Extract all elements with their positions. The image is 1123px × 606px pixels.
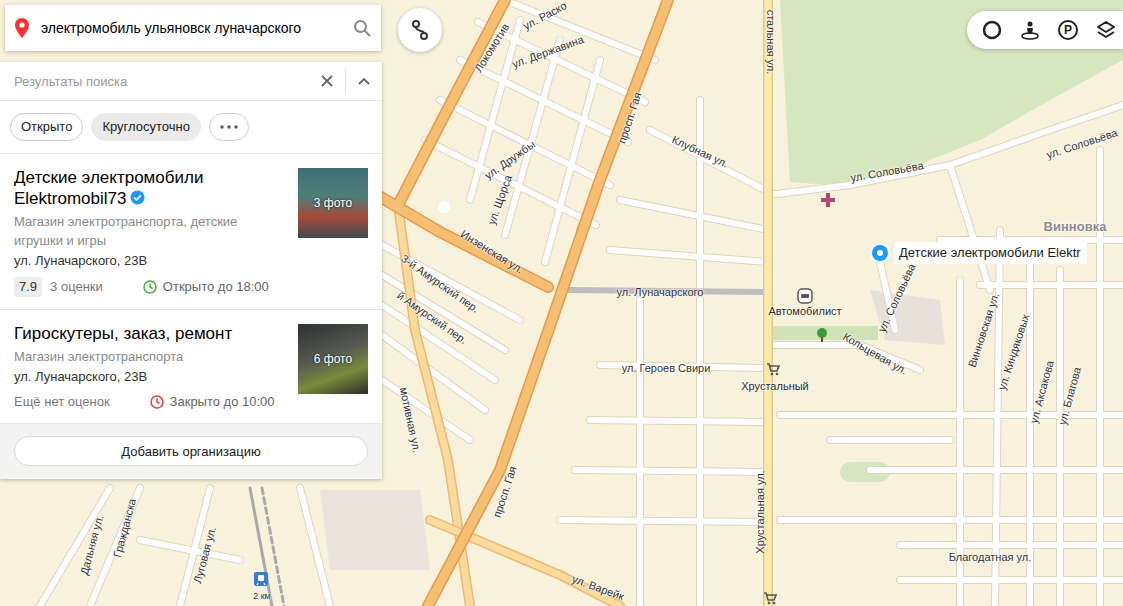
poi-label: Хрустальный	[741, 380, 809, 393]
layers-button[interactable]	[1089, 13, 1123, 47]
photo-count: 3 фото	[314, 196, 352, 210]
search-box[interactable]: электромобиль ульяновск луначарского	[5, 5, 381, 51]
filter-bar: Открыто Круглосуточно	[0, 101, 382, 154]
result-title-text[interactable]: Гироскутеры, заказ, ремонт	[14, 324, 232, 343]
auto-icon[interactable]	[797, 288, 813, 304]
layers-icon[interactable]	[1095, 19, 1117, 41]
ratings-count[interactable]: Ещё нет оценок	[14, 393, 110, 411]
collapse-button[interactable]	[346, 62, 382, 100]
traffic-button[interactable]	[975, 13, 1009, 47]
street-label: ул. Героев Свири	[622, 362, 711, 375]
parking-button[interactable]: P	[1051, 13, 1085, 47]
parking-letter: P	[1064, 24, 1072, 36]
station-label: 2 км	[253, 590, 271, 603]
verified-icon	[130, 190, 145, 205]
result-address: ул. Луначарского, 23В	[14, 251, 288, 270]
close-icon[interactable]	[321, 75, 333, 87]
panorama-button[interactable]	[1013, 13, 1047, 47]
more-dots-icon[interactable]	[220, 125, 238, 129]
hours-text: Открыто до 18:00	[163, 278, 269, 296]
clock-icon	[143, 280, 157, 294]
train-icon[interactable]	[254, 572, 268, 586]
panel-header: Результаты поиска	[0, 62, 382, 101]
filter-chip[interactable]: Открыто	[10, 113, 83, 141]
result-meta: 7.9 3 оценки Открыто до 18:00	[14, 277, 288, 297]
result-address: ул. Луначарского, 23В	[14, 367, 288, 386]
separator	[345, 69, 346, 93]
map-controls: P	[967, 11, 1123, 49]
panel-title: Результаты поиска	[0, 74, 309, 89]
result-item[interactable]: Детские электромобили Elektromobil73 Мага…	[0, 154, 382, 310]
map-pin-icon	[15, 18, 29, 38]
search-icon[interactable]	[353, 19, 371, 37]
result-meta: Ещё нет оценок Закрыто до 10:00	[14, 393, 288, 411]
photo-count: 6 фото	[314, 352, 352, 366]
result-item[interactable]: Гироскутеры, заказ, ремонт Магазин электр…	[0, 310, 382, 424]
result-photo[interactable]: 6 фото	[298, 324, 368, 394]
street-label: Хрустальная ул.	[754, 470, 767, 553]
hospital-icon[interactable]	[821, 193, 835, 207]
chevron-up-icon[interactable]	[358, 77, 370, 85]
district-label: Винновка	[1044, 220, 1107, 233]
search-input[interactable]: электромобиль ульяновск луначарского	[41, 20, 341, 36]
more-filters-button[interactable]	[209, 113, 249, 141]
poi-label: Автомобилист	[768, 305, 841, 318]
filter-chip[interactable]: Круглосуточно	[91, 113, 201, 141]
street-label: Благодатная ул.	[949, 551, 1032, 564]
ratings-count[interactable]: 3 оценки	[50, 278, 103, 296]
tree-icon[interactable]	[816, 328, 828, 342]
route-button[interactable]	[398, 8, 442, 52]
result-photo[interactable]: 3 фото	[298, 168, 368, 238]
mosque-icon[interactable]	[437, 200, 451, 214]
result-info: Детские электромобили Elektromobil73 Мага…	[14, 167, 288, 297]
street-label: ул. Луначарского	[617, 286, 704, 299]
parking-icon[interactable]: P	[1058, 20, 1078, 40]
rating-badge: 7.9	[14, 277, 42, 297]
add-section: Добавить организацию	[0, 424, 382, 479]
result-title-text[interactable]: Детские электромобили Elektromobil73	[14, 168, 203, 208]
result-category: Магазин электротранспорта	[14, 347, 288, 366]
add-organization-button[interactable]: Добавить организацию	[14, 436, 368, 466]
cart-icon[interactable]	[766, 362, 780, 376]
result-category: Магазин электротранспорта, детские игруш…	[14, 212, 288, 250]
cart-icon[interactable]	[763, 591, 777, 605]
traffic-icon[interactable]	[981, 19, 1003, 41]
route-icon[interactable]	[409, 19, 431, 41]
pin-label[interactable]: Детские электромобили Elektr	[894, 242, 1087, 264]
location-pin-icon[interactable]	[869, 242, 891, 264]
person-icon[interactable]	[1019, 19, 1041, 41]
opening-hours: Открыто до 18:00	[143, 278, 269, 296]
street-label: стальная ул.	[764, 10, 777, 75]
result-title[interactable]: Гироскутеры, заказ, ремонт	[14, 323, 288, 344]
opening-hours: Закрыто до 10:00	[150, 393, 275, 411]
result-title[interactable]: Детские электромобили Elektromobil73	[14, 167, 288, 209]
result-info: Гироскутеры, заказ, ремонт Магазин электр…	[14, 323, 288, 411]
map-pin[interactable]: Детские электромобили Elektr	[869, 242, 1087, 264]
hours-text: Закрыто до 10:00	[170, 393, 275, 411]
close-button[interactable]	[309, 62, 345, 100]
results-panel: Результаты поиска Открыто Круглосуточно Дет…	[0, 62, 382, 479]
clock-icon	[150, 395, 164, 409]
